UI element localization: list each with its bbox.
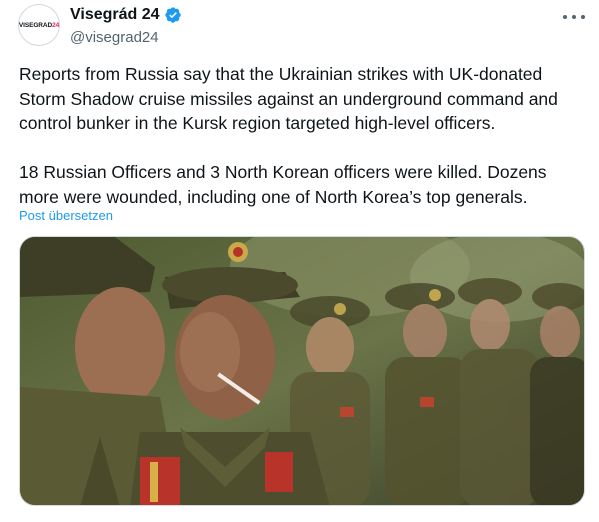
- more-options-icon[interactable]: [563, 8, 585, 26]
- author-display-name[interactable]: Visegrád 24: [70, 6, 160, 24]
- photo-of-soldiers: [20, 237, 584, 505]
- tweet-text: Reports from Russia say that the Ukraini…: [19, 64, 558, 207]
- tweet-card[interactable]: VISEGRAD24 Visegrád 24 @visegrad24 Repor…: [0, 0, 599, 522]
- avatar[interactable]: VISEGRAD24: [18, 4, 60, 46]
- verified-badge-icon[interactable]: [164, 6, 182, 24]
- translate-post-link[interactable]: Post übersetzen: [19, 208, 113, 223]
- avatar-logo-text: VISEGRAD24: [18, 21, 60, 29]
- author-name-row: Visegrád 24: [70, 6, 182, 24]
- tweet-media-photo[interactable]: [19, 236, 585, 506]
- author-handle[interactable]: @visegrad24: [70, 29, 159, 46]
